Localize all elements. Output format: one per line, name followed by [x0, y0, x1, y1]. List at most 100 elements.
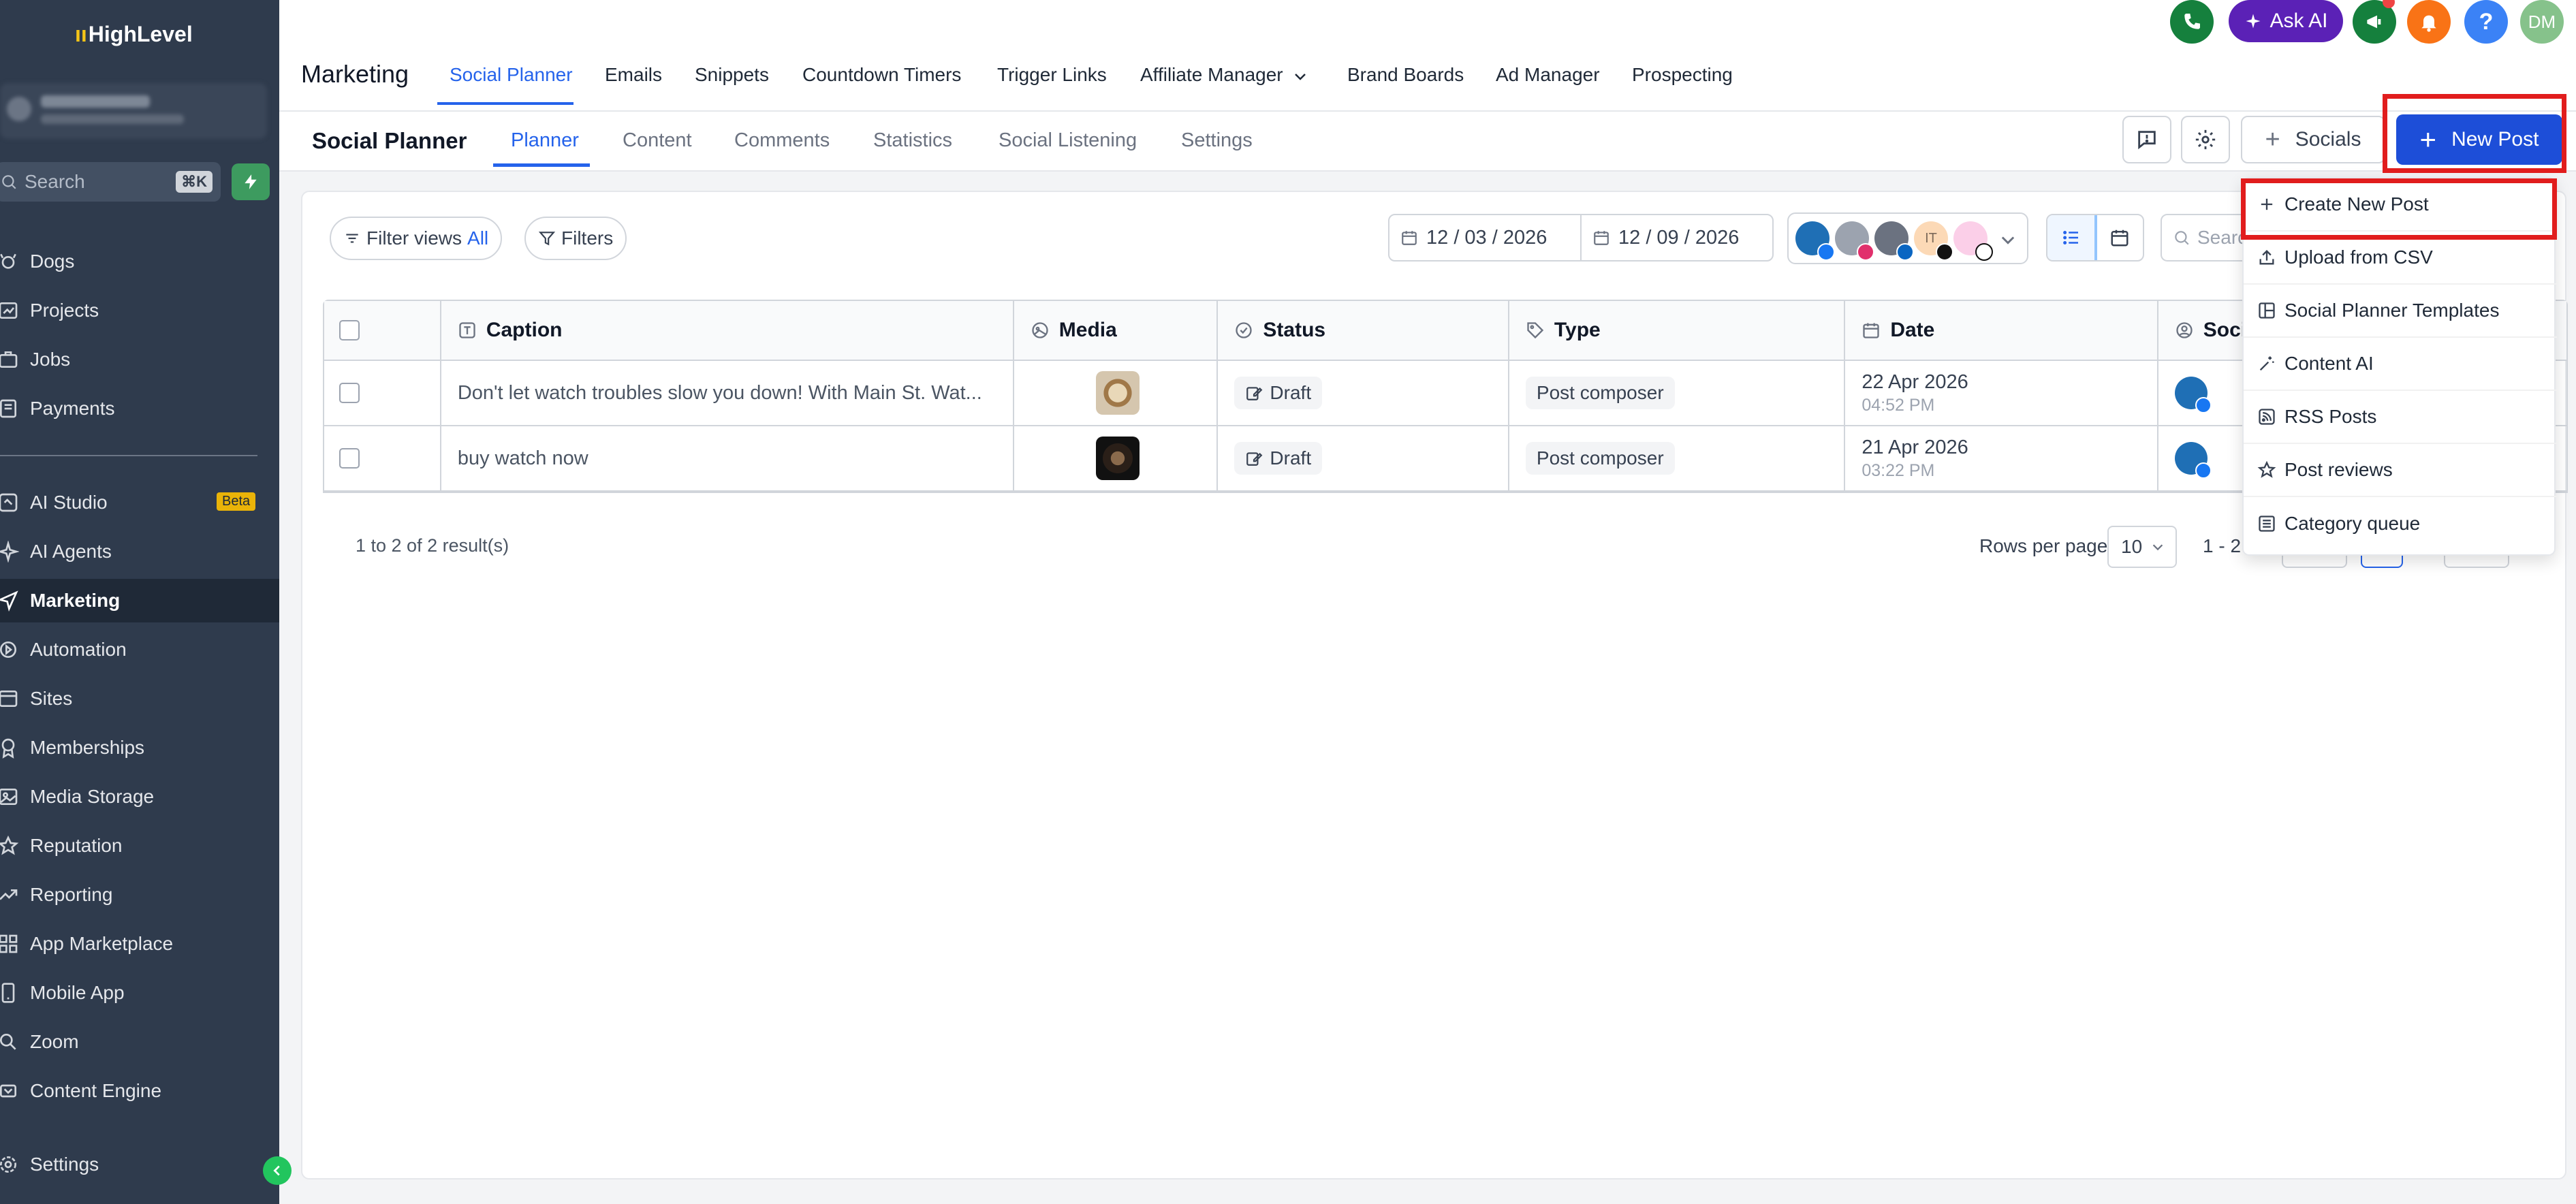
- type-cell: Post composer: [1509, 361, 1846, 425]
- menu-item-content-ai[interactable]: Content AI: [2244, 338, 2557, 391]
- view-toggle: [2046, 214, 2144, 262]
- sidebar-item-media-storage[interactable]: Media Storage: [0, 775, 279, 819]
- sidebar-item-automation[interactable]: Automation: [0, 628, 279, 671]
- add-socials-button[interactable]: + Socials: [2241, 116, 2385, 163]
- menu-item-category-queue[interactable]: Category queue: [2244, 497, 2557, 550]
- collapse-sidebar-button[interactable]: [263, 1156, 292, 1185]
- caption-cell[interactable]: Don't let watch troubles slow you down! …: [441, 361, 1014, 425]
- calendar-icon: [1863, 323, 1879, 338]
- star-icon: [0, 834, 20, 858]
- calendar-view-button[interactable]: [2096, 215, 2143, 260]
- menu-item-label: Upload from CSV: [2284, 247, 2433, 268]
- notifications-button[interactable]: [2407, 0, 2451, 44]
- zoom-icon: [0, 1030, 20, 1054]
- account-switcher[interactable]: [0, 83, 267, 139]
- sidebar-item-label: Projects: [30, 300, 99, 321]
- sidebar-item-reporting[interactable]: Reporting: [0, 873, 279, 917]
- sidebar-item-label: Memberships: [30, 737, 145, 758]
- tab-statistics[interactable]: Statistics: [873, 129, 952, 152]
- date-to-field[interactable]: 12 / 09 / 2026: [1580, 215, 1772, 260]
- sidebar-item-content-engine[interactable]: Content Engine: [0, 1069, 279, 1113]
- quick-actions-button[interactable]: [232, 163, 270, 200]
- announcements-button[interactable]: [2353, 0, 2396, 44]
- filter-views-value: All: [467, 227, 489, 249]
- row-checkbox[interactable]: [339, 448, 360, 469]
- row-checkbox[interactable]: [339, 383, 360, 403]
- help-button[interactable]: ?: [2464, 0, 2508, 44]
- filters-button[interactable]: Filters: [524, 217, 627, 260]
- feedback-button[interactable]: [2122, 116, 2171, 163]
- social-accounts-selector[interactable]: IT: [1787, 212, 2028, 264]
- select-all-checkbox[interactable]: [339, 320, 360, 340]
- highlight-new-post: [2383, 94, 2566, 173]
- menu-item-rss-posts[interactable]: RSS Posts: [2244, 391, 2557, 444]
- search-shortcut-badge: ⌘K: [176, 171, 213, 193]
- tab-prospecting[interactable]: Prospecting: [1632, 64, 1733, 86]
- tab-ad-manager[interactable]: Ad Manager: [1496, 64, 1600, 86]
- table-row[interactable]: buy watch now Draft Post composer 21 Apr…: [324, 426, 2566, 492]
- planner-settings-button[interactable]: [2181, 116, 2230, 163]
- tab-content[interactable]: Content: [623, 129, 692, 152]
- sidebar-item-label: Payments: [30, 398, 115, 419]
- logo-text: HighLevel: [88, 22, 193, 46]
- ask-ai-button[interactable]: Ask AI: [2229, 0, 2343, 42]
- tab-settings[interactable]: Settings: [1181, 129, 1253, 152]
- tab-trigger-links[interactable]: Trigger Links: [997, 64, 1107, 86]
- phone-call-button[interactable]: [2170, 0, 2214, 44]
- list-view-button[interactable]: [2047, 215, 2097, 260]
- user-avatar[interactable]: DM: [2520, 0, 2564, 44]
- column-header-date[interactable]: Date: [1845, 301, 2158, 360]
- tab-snippets[interactable]: Snippets: [695, 64, 769, 86]
- menu-item-social-planner-templates[interactable]: Social Planner Templates: [2244, 285, 2557, 338]
- page-title: Marketing: [301, 60, 409, 88]
- sidebar-item-reputation[interactable]: Reputation: [0, 824, 279, 868]
- sidebar-item-label: Dogs: [30, 251, 75, 272]
- media-thumbnail[interactable]: [1095, 371, 1140, 415]
- tab-countdown-timers[interactable]: Countdown Timers: [802, 64, 961, 86]
- column-header-type[interactable]: Type: [1509, 301, 1846, 360]
- date-range-picker[interactable]: 12 / 03 / 2026 12 / 09 / 2026: [1388, 214, 1774, 262]
- sidebar-item-zoom[interactable]: Zoom: [0, 1020, 279, 1064]
- sidebar-item-dogs[interactable]: Dogs: [0, 240, 279, 283]
- sidebar-item-ai-studio[interactable]: AI Studio Beta: [0, 481, 279, 524]
- table-row[interactable]: Don't let watch troubles slow you down! …: [324, 361, 2566, 426]
- sidebar: ııHighLevel Search ⌘K Dogs Projects Jobs: [0, 0, 279, 1204]
- date-from-field[interactable]: 12 / 03 / 2026: [1389, 215, 1580, 260]
- active-tab-indicator: [437, 102, 574, 105]
- sidebar-item-mobile-app[interactable]: Mobile App: [0, 971, 279, 1015]
- sidebar-item-app-marketplace[interactable]: App Marketplace: [0, 922, 279, 966]
- sidebar-item-label: AI Studio: [30, 492, 108, 513]
- menu-item-post-reviews[interactable]: Post reviews: [2244, 444, 2557, 497]
- sidebar-item-projects[interactable]: Projects: [0, 289, 279, 332]
- filter-views-button[interactable]: Filter views All: [330, 217, 503, 260]
- sidebar-item-label: Marketing: [30, 590, 121, 611]
- sidebar-search[interactable]: Search ⌘K: [0, 162, 221, 202]
- type-cell: Post composer: [1509, 426, 1846, 490]
- tab-comments[interactable]: Comments: [734, 129, 830, 152]
- threads-account-avatar: [1953, 221, 1993, 261]
- column-header-caption[interactable]: Caption: [441, 301, 1014, 360]
- facebook-icon: [1817, 243, 1835, 261]
- tab-planner[interactable]: Planner: [511, 129, 579, 152]
- rows-per-page-select[interactable]: 10: [2107, 526, 2177, 568]
- sidebar-item-jobs[interactable]: Jobs: [0, 338, 279, 381]
- sidebar-item-marketing[interactable]: Marketing: [0, 579, 279, 622]
- sidebar-item-payments[interactable]: Payments: [0, 387, 279, 430]
- tab-emails[interactable]: Emails: [605, 64, 662, 86]
- column-header-media[interactable]: Media: [1014, 301, 1219, 360]
- list-icon: [2062, 231, 2078, 244]
- sidebar-item-sites[interactable]: Sites: [0, 677, 279, 720]
- tab-social-planner[interactable]: Social Planner: [450, 64, 573, 86]
- column-header-status[interactable]: Status: [1218, 301, 1509, 360]
- sidebar-item-ai-agents[interactable]: AI Agents: [0, 530, 279, 573]
- sidebar-item-settings[interactable]: Settings: [0, 1143, 279, 1186]
- caption-cell[interactable]: buy watch now: [441, 426, 1014, 490]
- row-select-cell: [324, 361, 441, 425]
- media-thumbnail[interactable]: [1095, 437, 1140, 480]
- app-logo[interactable]: ııHighLevel: [75, 22, 193, 47]
- tab-affiliate-manager[interactable]: Affiliate Manager: [1140, 64, 1308, 86]
- beta-badge: Beta: [217, 492, 256, 511]
- tab-social-listening[interactable]: Social Listening: [999, 129, 1137, 152]
- sidebar-item-memberships[interactable]: Memberships: [0, 726, 279, 770]
- tab-brand-boards[interactable]: Brand Boards: [1347, 64, 1464, 86]
